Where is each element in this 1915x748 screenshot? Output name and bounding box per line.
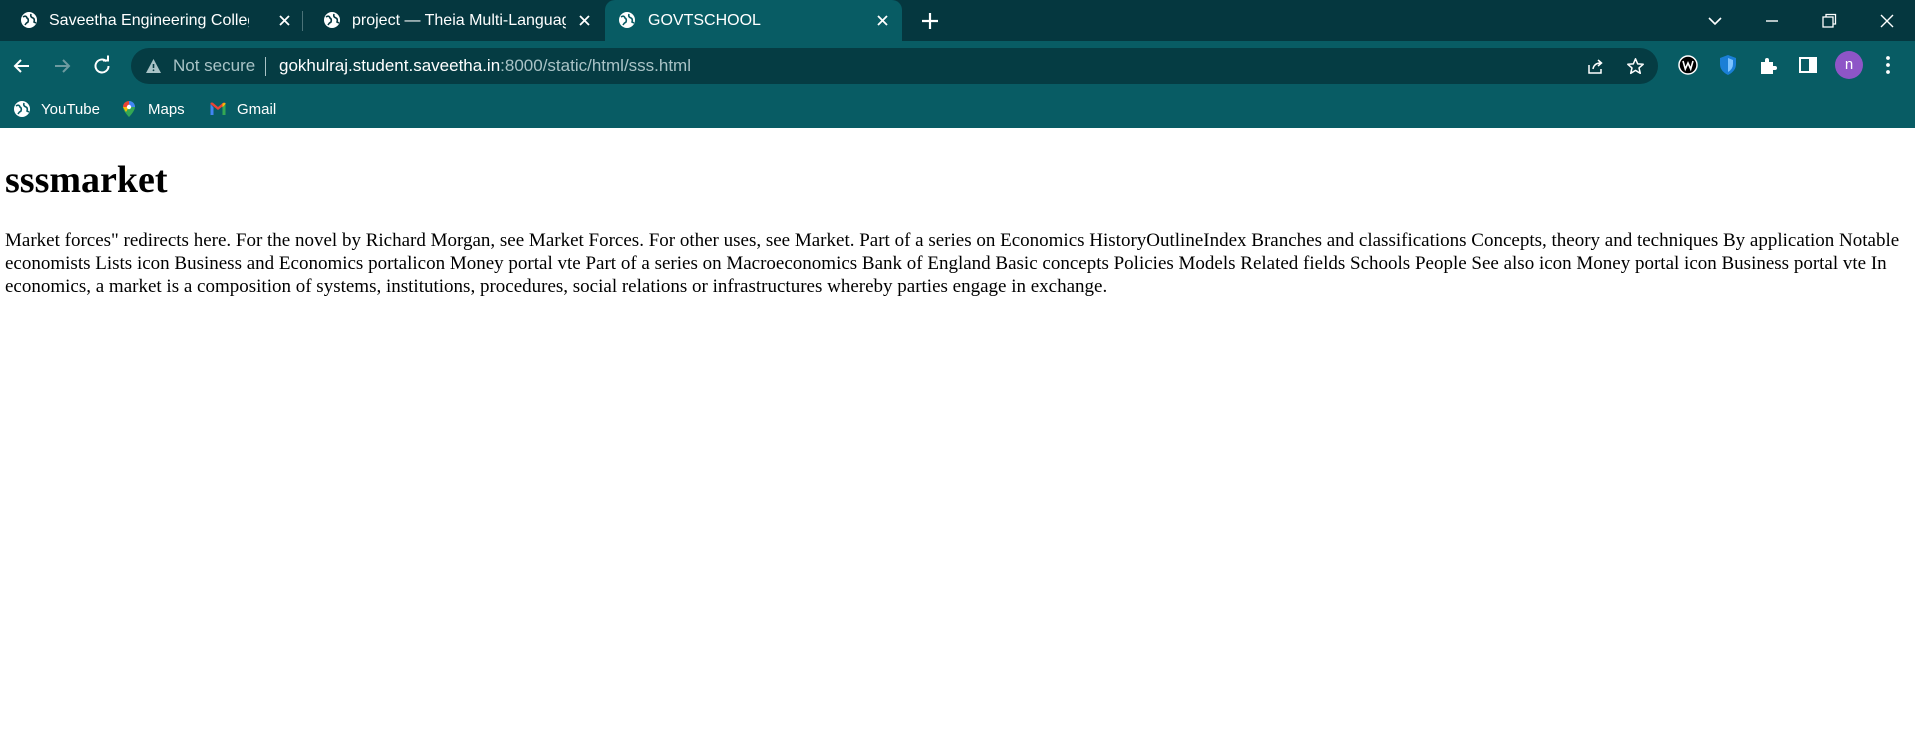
- extension-w-icon[interactable]: [1676, 53, 1700, 77]
- address-divider: [265, 57, 266, 76]
- globe-icon: [324, 12, 340, 28]
- maps-pin-icon: [123, 101, 135, 117]
- url-host: gokhulraj.student.saveetha.in: [279, 56, 501, 75]
- page-body-text: Market forces" redirects here. For the n…: [5, 230, 1900, 297]
- bookmark-star-icon[interactable]: [1626, 57, 1645, 76]
- browser-toolbar: Not secure gokhulraj.student.saveetha.in…: [0, 41, 1915, 90]
- globe-icon: [21, 12, 37, 28]
- tab-govtschool[interactable]: GOVTSCHOOL: [605, 0, 902, 41]
- address-bar[interactable]: Not secure gokhulraj.student.saveetha.in…: [131, 48, 1658, 84]
- close-window-icon[interactable]: [1876, 10, 1898, 32]
- bookmark-maps[interactable]: Maps: [120, 97, 185, 121]
- shield-extension-icon[interactable]: [1716, 53, 1740, 77]
- warning-triangle-icon[interactable]: [145, 58, 162, 74]
- close-tab-icon[interactable]: [875, 13, 890, 28]
- side-panel-icon[interactable]: [1796, 53, 1820, 77]
- gmail-icon: [210, 102, 226, 115]
- page-content: sssmarket Market forces" redirects here.…: [0, 128, 1915, 748]
- menu-kebab-icon[interactable]: [1876, 53, 1900, 77]
- reload-icon[interactable]: [90, 54, 114, 78]
- tab-strip: Saveetha Engineering College project — T…: [0, 0, 1915, 41]
- share-icon[interactable]: [1586, 57, 1605, 76]
- security-status-text[interactable]: Not secure: [173, 56, 255, 76]
- tab-saveetha[interactable]: Saveetha Engineering College: [0, 0, 300, 41]
- url-text[interactable]: gokhulraj.student.saveetha.in:8000/stati…: [279, 56, 691, 76]
- tab-theia-project[interactable]: project — Theia Multi-Language: [303, 0, 603, 41]
- close-tab-icon[interactable]: [277, 13, 292, 28]
- tab-title: project — Theia Multi-Language: [352, 12, 566, 29]
- back-arrow-icon[interactable]: [10, 54, 34, 78]
- profile-avatar[interactable]: n: [1835, 51, 1863, 79]
- bookmark-gmail[interactable]: Gmail: [209, 97, 276, 121]
- bookmark-label: Maps: [148, 100, 185, 118]
- new-tab-plus-icon[interactable]: [920, 11, 940, 31]
- close-tab-icon[interactable]: [577, 13, 592, 28]
- restore-icon[interactable]: [1818, 10, 1840, 32]
- bookmark-label: YouTube: [41, 100, 100, 118]
- extensions-puzzle-icon[interactable]: [1756, 53, 1780, 77]
- tab-search-chevron-icon[interactable]: [1704, 10, 1726, 32]
- minimize-icon[interactable]: [1761, 10, 1783, 32]
- tab-title: Saveetha Engineering College: [49, 12, 249, 29]
- bookmarks-bar: YouTube Maps Gmail: [0, 90, 1915, 128]
- forward-arrow-icon[interactable]: [50, 54, 74, 78]
- bookmark-youtube[interactable]: YouTube: [13, 97, 100, 121]
- url-path: :8000/static/html/sss.html: [500, 56, 691, 75]
- globe-icon: [619, 12, 635, 28]
- tab-title: GOVTSCHOOL: [648, 12, 761, 29]
- globe-icon: [14, 101, 30, 117]
- bookmark-label: Gmail: [237, 100, 277, 118]
- page-heading: sssmarket: [5, 159, 168, 201]
